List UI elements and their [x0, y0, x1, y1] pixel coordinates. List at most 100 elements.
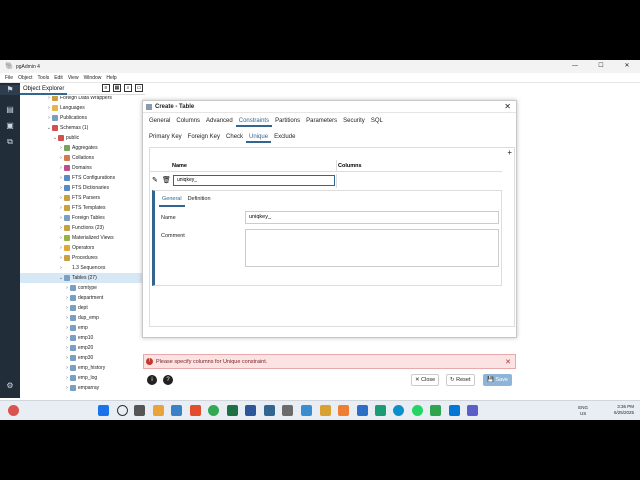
tree-item[interactable]: › FTS Dictionaries	[20, 183, 145, 193]
tree-item[interactable]: › Functions (23)	[20, 223, 145, 233]
language-indicator[interactable]: ENG US	[578, 405, 588, 417]
app-icon-8[interactable]	[449, 405, 460, 416]
app-icon-3[interactable]	[320, 405, 331, 416]
tab-exclude[interactable]: Exclude	[271, 131, 298, 143]
maximize-button[interactable]: ☐	[588, 60, 614, 73]
delete-trash-icon[interactable]: 🗑	[162, 176, 171, 184]
row-name-input[interactable]: uniqkey_	[173, 175, 335, 186]
app-icon-6[interactable]	[393, 405, 404, 416]
tab-general[interactable]: General	[146, 115, 173, 127]
tree-item[interactable]: › 1.3 Sequences	[20, 263, 145, 273]
tab-foreign-key[interactable]: Foreign Key	[185, 131, 223, 143]
save-button[interactable]: 💾 Save	[483, 374, 512, 386]
close-window-button[interactable]: ✕	[614, 60, 640, 73]
tab-security[interactable]: Security	[340, 115, 368, 127]
app-icon-7[interactable]	[430, 405, 441, 416]
app-icon-5[interactable]	[375, 405, 386, 416]
query-tool-icon[interactable]: ≡	[102, 84, 110, 92]
view-data-icon[interactable]: ▦	[113, 84, 121, 92]
comment-textarea[interactable]	[245, 229, 499, 267]
menu-help[interactable]: Help	[106, 75, 116, 81]
app-icon[interactable]	[282, 405, 293, 416]
reset-button[interactable]: ↻ Reset	[446, 374, 475, 386]
terminal-icon[interactable]: ▣	[5, 121, 15, 131]
menu-object[interactable]: Object	[18, 75, 32, 81]
edge-icon[interactable]	[171, 405, 182, 416]
info-icon[interactable]: i	[147, 375, 157, 385]
minimize-button[interactable]: —	[562, 60, 588, 73]
tab-unique[interactable]: Unique	[246, 131, 272, 143]
tab-check[interactable]: Check	[223, 131, 246, 143]
tab-constraints[interactable]: Constraints	[235, 115, 273, 127]
chrome-icon[interactable]	[208, 405, 219, 416]
name-input[interactable]: uniqkey_	[245, 211, 499, 224]
tab-object-explorer[interactable]: Object Explorer	[20, 83, 68, 95]
menu-window[interactable]: Window	[84, 75, 102, 81]
tree-item[interactable]: › emp_log	[20, 373, 145, 383]
menu-view[interactable]: View	[68, 75, 79, 81]
weather-icon[interactable]	[8, 405, 19, 416]
tree-item[interactable]: › Procedures	[20, 253, 145, 263]
menu-edit[interactable]: Edit	[54, 75, 63, 81]
tree-item[interactable]: › emp20	[20, 343, 145, 353]
tab-partitions[interactable]: Partitions	[272, 115, 303, 127]
subtab-definition[interactable]: Definition	[185, 193, 214, 207]
tree-item[interactable]: › emparray	[20, 383, 145, 393]
tree-item[interactable]: › FTS Templates	[20, 203, 145, 213]
tree-item[interactable]: › Aggregates	[20, 143, 145, 153]
tree-item[interactable]: › emp10	[20, 333, 145, 343]
pgadmin-taskbar-icon[interactable]	[264, 405, 275, 416]
word-icon[interactable]	[245, 405, 256, 416]
tab-columns[interactable]: Columns	[173, 115, 203, 127]
tree-item[interactable]: › comtype	[20, 283, 145, 293]
dialog-close-icon[interactable]: ✕	[504, 102, 511, 111]
tree-item[interactable]: ⌄ Tables (27)	[20, 273, 145, 283]
explorer-icon[interactable]	[153, 405, 164, 416]
settings-gear-icon[interactable]: ⚙	[5, 381, 15, 391]
search-icon[interactable]	[117, 405, 128, 416]
add-row-plus-icon[interactable]: +	[507, 148, 512, 157]
tab-advanced[interactable]: Advanced	[203, 115, 236, 127]
tree-item[interactable]: › Domains	[20, 163, 145, 173]
close-button[interactable]: ✕ Close	[411, 374, 440, 386]
row-columns-cell[interactable]	[336, 174, 502, 188]
tree-item[interactable]: › Operators	[20, 243, 145, 253]
tree-item[interactable]: › dup_emp	[20, 313, 145, 323]
filter-icon[interactable]: ⌕	[124, 84, 132, 92]
app-icon-2[interactable]	[301, 405, 312, 416]
schema-diff-icon[interactable]: ⧉	[5, 137, 15, 147]
help-icon[interactable]: ?	[163, 375, 173, 385]
tree-item[interactable]: › FTS Parsers	[20, 193, 145, 203]
app-icon-4[interactable]	[338, 405, 349, 416]
teams-icon[interactable]	[467, 405, 478, 416]
clock[interactable]: 3:36 PM 6/25/2025	[614, 404, 634, 416]
tree-item[interactable]: › department	[20, 293, 145, 303]
tree-item[interactable]: › Languages	[20, 103, 145, 113]
dismiss-error-icon[interactable]: ✕	[505, 358, 511, 366]
menu-file[interactable]: File	[5, 75, 13, 81]
office-icon[interactable]	[190, 405, 201, 416]
psql-icon[interactable]: ▭	[135, 84, 143, 92]
tree-item[interactable]: › Collations	[20, 153, 145, 163]
edit-pencil-icon[interactable]: ✎	[152, 176, 158, 184]
tree-item[interactable]: ⌄ Schemas (1)	[20, 123, 145, 133]
object-explorer-icon[interactable]: ⚑	[0, 85, 20, 95]
menu-tools[interactable]: Tools	[38, 75, 50, 81]
database-icon[interactable]: ▤	[5, 105, 15, 115]
subtab-general[interactable]: General	[159, 193, 185, 207]
tree-item[interactable]: ⌄ public	[20, 133, 145, 143]
whatsapp-icon[interactable]	[412, 405, 423, 416]
tree-item[interactable]: › FTS Configurations	[20, 173, 145, 183]
tab-primary-key[interactable]: Primary Key	[146, 131, 185, 143]
tree-item[interactable]: › emp30	[20, 353, 145, 363]
start-icon[interactable]	[98, 405, 109, 416]
tree-item[interactable]: › Foreign Data Wrappers	[20, 96, 145, 103]
tree-item[interactable]: › emp_history	[20, 363, 145, 373]
tree-item[interactable]: › Materialized Views	[20, 233, 145, 243]
tree-item[interactable]: › Foreign Tables	[20, 213, 145, 223]
tree-item[interactable]: › dept	[20, 303, 145, 313]
task-view-icon[interactable]	[134, 405, 145, 416]
tree-item[interactable]: › emp	[20, 323, 145, 333]
tree-item[interactable]: › Publications	[20, 113, 145, 123]
excel-icon[interactable]	[227, 405, 238, 416]
